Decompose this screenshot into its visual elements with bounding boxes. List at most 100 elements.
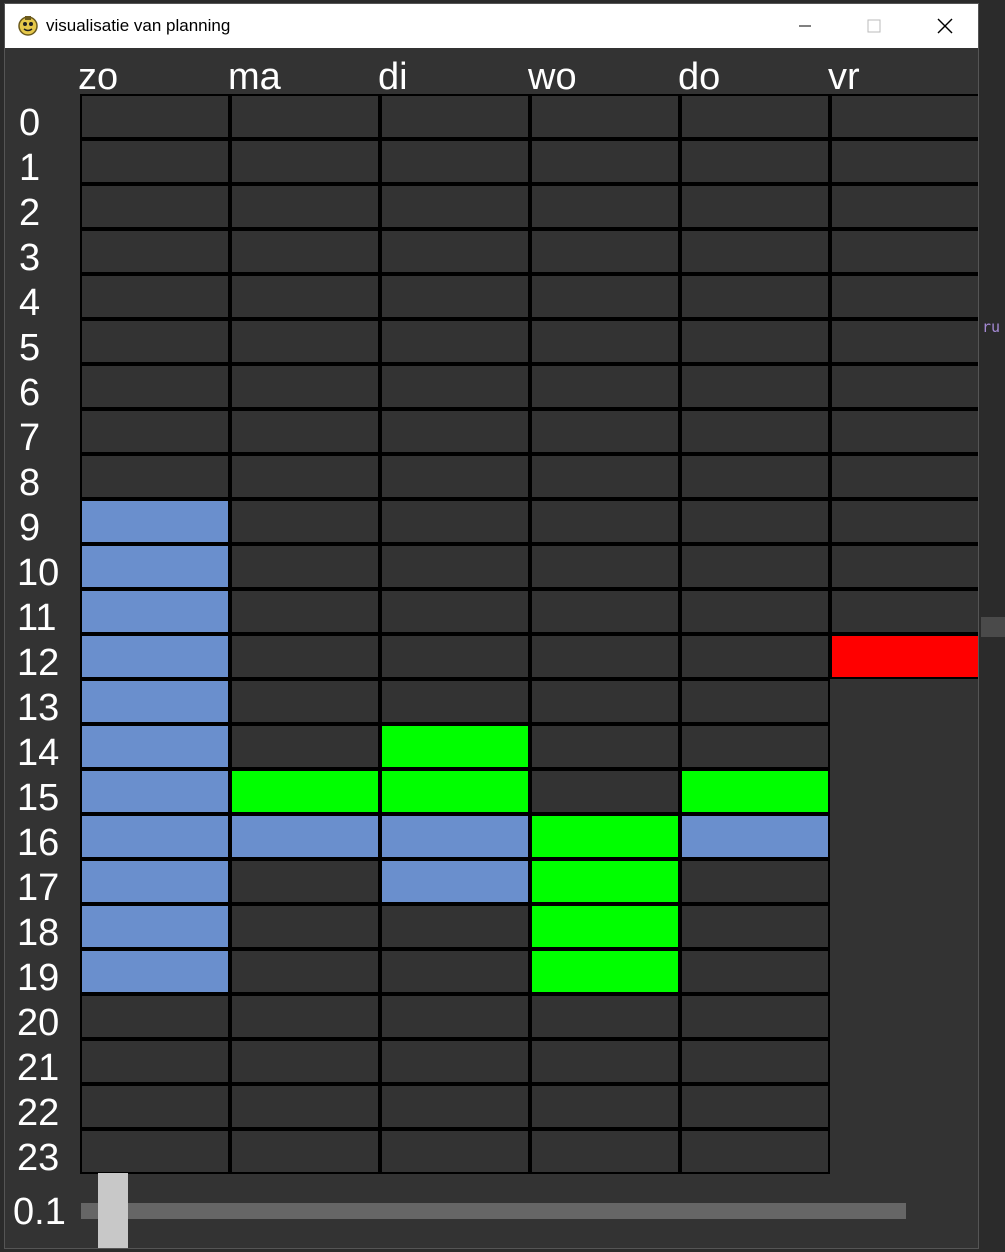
grid-cell-ma-6[interactable] <box>230 364 380 409</box>
grid-cell-di-16[interactable] <box>380 814 530 859</box>
grid-cell-zo-2[interactable] <box>80 184 230 229</box>
grid-cell-ma-13[interactable] <box>230 679 380 724</box>
grid-cell-ma-3[interactable] <box>230 229 380 274</box>
grid-cell-wo-2[interactable] <box>530 184 680 229</box>
grid-cell-ma-23[interactable] <box>230 1129 380 1174</box>
grid-cell-do-4[interactable] <box>680 274 830 319</box>
grid-cell-ma-5[interactable] <box>230 319 380 364</box>
grid-cell-do-5[interactable] <box>680 319 830 364</box>
grid-cell-wo-23[interactable] <box>530 1129 680 1174</box>
grid-cell-di-21[interactable] <box>380 1039 530 1084</box>
grid-cell-vr-9[interactable] <box>830 499 978 544</box>
grid-cell-wo-12[interactable] <box>530 634 680 679</box>
grid-cell-do-15[interactable] <box>680 769 830 814</box>
grid-cell-zo-6[interactable] <box>80 364 230 409</box>
close-button[interactable] <box>922 4 968 48</box>
grid-cell-di-18[interactable] <box>380 904 530 949</box>
grid-cell-zo-17[interactable] <box>80 859 230 904</box>
grid-cell-do-10[interactable] <box>680 544 830 589</box>
grid-cell-di-0[interactable] <box>380 94 530 139</box>
grid-cell-vr-12[interactable] <box>830 634 978 679</box>
grid-cell-wo-17[interactable] <box>530 859 680 904</box>
grid-cell-zo-14[interactable] <box>80 724 230 769</box>
grid-cell-do-8[interactable] <box>680 454 830 499</box>
grid-cell-zo-8[interactable] <box>80 454 230 499</box>
grid-cell-wo-21[interactable] <box>530 1039 680 1084</box>
grid-cell-zo-21[interactable] <box>80 1039 230 1084</box>
grid-cell-do-1[interactable] <box>680 139 830 184</box>
grid-cell-ma-19[interactable] <box>230 949 380 994</box>
grid-cell-ma-21[interactable] <box>230 1039 380 1084</box>
grid-cell-zo-11[interactable] <box>80 589 230 634</box>
grid-cell-ma-1[interactable] <box>230 139 380 184</box>
grid-cell-di-1[interactable] <box>380 139 530 184</box>
grid-cell-di-19[interactable] <box>380 949 530 994</box>
grid-cell-vr-8[interactable] <box>830 454 978 499</box>
grid-cell-zo-18[interactable] <box>80 904 230 949</box>
grid-cell-vr-3[interactable] <box>830 229 978 274</box>
grid-cell-zo-22[interactable] <box>80 1084 230 1129</box>
grid-cell-di-15[interactable] <box>380 769 530 814</box>
grid-cell-zo-0[interactable] <box>80 94 230 139</box>
slider-handle[interactable] <box>97 1173 128 1248</box>
grid-cell-di-9[interactable] <box>380 499 530 544</box>
grid-cell-do-0[interactable] <box>680 94 830 139</box>
grid-cell-ma-0[interactable] <box>230 94 380 139</box>
grid-cell-di-23[interactable] <box>380 1129 530 1174</box>
grid-cell-ma-4[interactable] <box>230 274 380 319</box>
grid-cell-wo-0[interactable] <box>530 94 680 139</box>
grid-cell-zo-10[interactable] <box>80 544 230 589</box>
grid-cell-ma-22[interactable] <box>230 1084 380 1129</box>
grid-cell-zo-3[interactable] <box>80 229 230 274</box>
maximize-button[interactable] <box>851 4 897 48</box>
grid-cell-vr-4[interactable] <box>830 274 978 319</box>
grid-cell-vr-2[interactable] <box>830 184 978 229</box>
grid-cell-ma-18[interactable] <box>230 904 380 949</box>
grid-cell-do-9[interactable] <box>680 499 830 544</box>
grid-cell-di-7[interactable] <box>380 409 530 454</box>
grid-cell-di-17[interactable] <box>380 859 530 904</box>
grid-cell-do-21[interactable] <box>680 1039 830 1084</box>
grid-cell-di-6[interactable] <box>380 364 530 409</box>
grid-cell-vr-10[interactable] <box>830 544 978 589</box>
grid-cell-vr-7[interactable] <box>830 409 978 454</box>
grid-cell-zo-1[interactable] <box>80 139 230 184</box>
grid-cell-do-19[interactable] <box>680 949 830 994</box>
grid-cell-do-11[interactable] <box>680 589 830 634</box>
grid-cell-zo-19[interactable] <box>80 949 230 994</box>
grid-cell-zo-12[interactable] <box>80 634 230 679</box>
grid-cell-zo-13[interactable] <box>80 679 230 724</box>
grid-cell-wo-7[interactable] <box>530 409 680 454</box>
grid-cell-wo-13[interactable] <box>530 679 680 724</box>
grid-cell-di-4[interactable] <box>380 274 530 319</box>
grid-cell-do-7[interactable] <box>680 409 830 454</box>
grid-cell-vr-0[interactable] <box>830 94 978 139</box>
grid-cell-wo-19[interactable] <box>530 949 680 994</box>
grid-cell-wo-11[interactable] <box>530 589 680 634</box>
grid-cell-zo-4[interactable] <box>80 274 230 319</box>
grid-cell-di-3[interactable] <box>380 229 530 274</box>
grid-cell-zo-15[interactable] <box>80 769 230 814</box>
grid-cell-ma-10[interactable] <box>230 544 380 589</box>
grid-cell-do-18[interactable] <box>680 904 830 949</box>
grid-cell-di-22[interactable] <box>380 1084 530 1129</box>
grid-cell-ma-2[interactable] <box>230 184 380 229</box>
grid-cell-wo-8[interactable] <box>530 454 680 499</box>
grid-cell-di-13[interactable] <box>380 679 530 724</box>
grid-cell-di-12[interactable] <box>380 634 530 679</box>
grid-cell-wo-4[interactable] <box>530 274 680 319</box>
grid-cell-wo-9[interactable] <box>530 499 680 544</box>
grid-cell-do-14[interactable] <box>680 724 830 769</box>
grid-cell-wo-10[interactable] <box>530 544 680 589</box>
grid-cell-do-16[interactable] <box>680 814 830 859</box>
grid-cell-wo-14[interactable] <box>530 724 680 769</box>
grid-cell-do-23[interactable] <box>680 1129 830 1174</box>
slider-track[interactable] <box>81 1203 906 1219</box>
grid-cell-wo-15[interactable] <box>530 769 680 814</box>
grid-cell-ma-20[interactable] <box>230 994 380 1039</box>
grid-cell-do-17[interactable] <box>680 859 830 904</box>
grid-cell-ma-12[interactable] <box>230 634 380 679</box>
grid-cell-zo-7[interactable] <box>80 409 230 454</box>
grid-cell-do-2[interactable] <box>680 184 830 229</box>
grid-cell-ma-7[interactable] <box>230 409 380 454</box>
